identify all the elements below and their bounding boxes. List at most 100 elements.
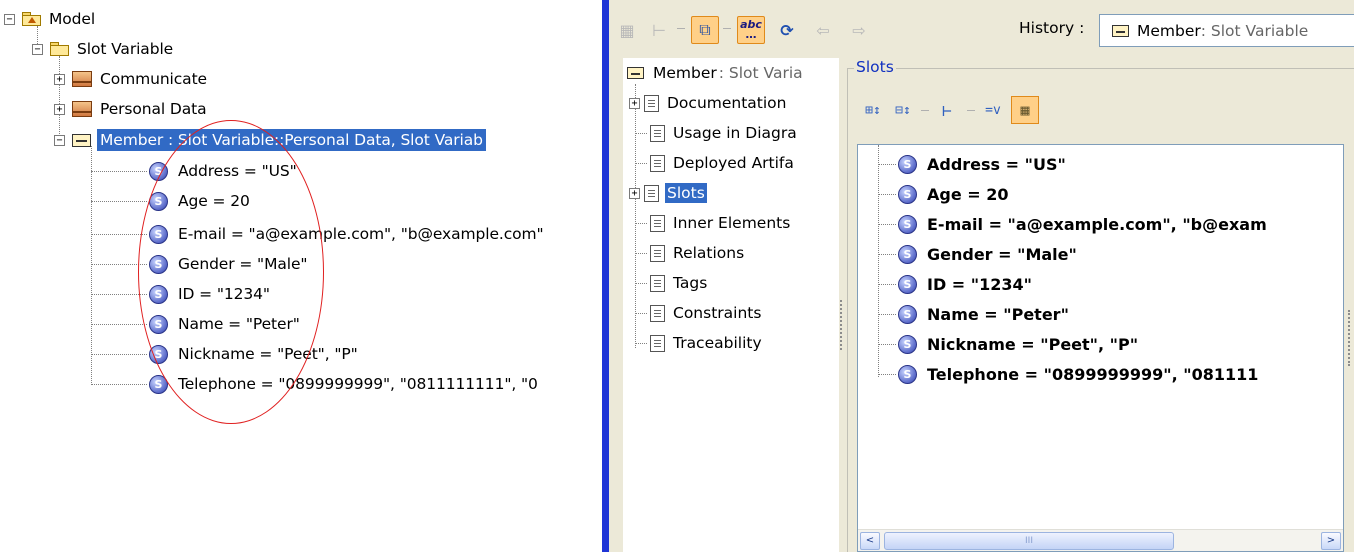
- tree-node-slot[interactable]: S Telephone = "0899999999", "0811111111"…: [91, 371, 540, 397]
- tree-line: [635, 342, 647, 344]
- scroll-left-button[interactable]: <: [860, 532, 880, 550]
- slot-label: Nickname = "Peet", "P": [927, 334, 1139, 354]
- copy-view-icon[interactable]: ⧉: [691, 16, 719, 44]
- slot-label: Gender = "Male": [927, 244, 1077, 264]
- collapse-slots-icon[interactable]: ⊟↕: [889, 96, 917, 124]
- forward-arrow-icon[interactable]: ⇨: [845, 16, 873, 44]
- slot-row-nickname[interactable]: S Nickname = "Peet", "P": [872, 331, 1138, 357]
- tree-line: [91, 233, 147, 235]
- property-page-icon: [644, 94, 659, 112]
- tree-node-class-communicate[interactable]: + Communicate: [54, 66, 209, 92]
- slot-row-age[interactable]: S Age = 20: [872, 181, 1009, 207]
- expand-slots-icon[interactable]: ⊞↕: [859, 96, 887, 124]
- tree-node-slot-variable-package[interactable]: − Slot Variable: [32, 36, 175, 62]
- tree-structure-icon[interactable]: ⊢: [933, 96, 961, 124]
- slot-row-address[interactable]: S Address = "US": [872, 151, 1066, 177]
- grid-layout-icon[interactable]: ▦: [1011, 96, 1039, 124]
- nav-item-tags[interactable]: Tags: [635, 270, 709, 296]
- toolbar-separator: [921, 110, 929, 111]
- slots-tree-list: S Address = "US" S Age = 20 S E-mail = "…: [857, 144, 1344, 552]
- tree-line: [878, 253, 896, 255]
- back-arrow-icon[interactable]: ⇦: [809, 16, 837, 44]
- nav-item-documentation[interactable]: + Documentation: [629, 90, 789, 116]
- tree-line: [878, 343, 896, 345]
- red-annotation-ellipse: [138, 120, 324, 424]
- tree-line: [635, 312, 647, 314]
- slot-icon: S: [898, 274, 917, 294]
- specification-nav-tree: Member : Slot Varia + Documentation Usag…: [623, 58, 839, 552]
- history-dropdown[interactable]: Member : Slot Variable: [1099, 14, 1354, 47]
- toolbar-separator: [723, 28, 731, 29]
- nav-item-traceability[interactable]: Traceability: [635, 330, 764, 356]
- slot-label: Age = 20: [927, 184, 1009, 204]
- package-folder-icon: [50, 42, 69, 56]
- nav-item-inner-elements[interactable]: Inner Elements: [635, 210, 792, 236]
- slot-row-email[interactable]: S E-mail = "a@example.com", "b@exam: [872, 211, 1267, 237]
- slots-panel-title: Slots: [854, 58, 896, 76]
- grid-view-icon[interactable]: ▦: [613, 16, 641, 44]
- resize-grip[interactable]: [840, 300, 843, 350]
- expand-icon[interactable]: +: [54, 73, 65, 85]
- collapse-icon[interactable]: −: [4, 13, 15, 25]
- tree-line: [635, 162, 647, 164]
- property-page-icon: [650, 124, 665, 142]
- property-page-icon: [650, 214, 665, 232]
- tree-node-label: Communicate: [100, 70, 207, 88]
- tree-line: [878, 283, 896, 285]
- expand-icon[interactable]: +: [629, 187, 640, 199]
- horizontal-scrollbar[interactable]: < III >: [858, 529, 1343, 551]
- scroll-right-button[interactable]: >: [1321, 532, 1341, 550]
- slot-row-id[interactable]: S ID = "1234": [872, 271, 1032, 297]
- collapse-icon[interactable]: −: [54, 134, 65, 146]
- history-value-main: Member: [1137, 21, 1201, 40]
- tree-line: [635, 252, 647, 254]
- nav-item-label: Tags: [673, 274, 708, 292]
- slot-icon: S: [898, 154, 917, 174]
- collapse-icon[interactable]: −: [32, 43, 43, 55]
- nav-item-label: Traceability: [673, 334, 762, 352]
- history-label: History :: [1019, 19, 1085, 37]
- tree-line: [91, 323, 147, 325]
- nav-item-label: Inner Elements: [673, 214, 791, 232]
- nav-root-member[interactable]: Member : Slot Varia: [627, 60, 803, 86]
- tree-line: [635, 222, 647, 224]
- slot-icon: S: [898, 364, 917, 384]
- toolbar-separator: [677, 28, 685, 29]
- toolbar-separator: [967, 110, 975, 111]
- refresh-icon[interactable]: ⟳: [773, 16, 801, 44]
- expand-icon[interactable]: +: [54, 103, 65, 115]
- property-page-icon: [650, 154, 665, 172]
- slot-row-name[interactable]: S Name = "Peter": [872, 301, 1069, 327]
- tree-line: [878, 313, 896, 315]
- tree-node-model[interactable]: − Model: [4, 6, 97, 32]
- tree-node-class-personal-data[interactable]: + Personal Data: [54, 96, 209, 122]
- nav-item-label-selected: Slots: [665, 183, 707, 203]
- specification-window: ▦ ⊢ ⧉ abc… ⟳ ⇦ ⇨ History : Member : Slot…: [609, 0, 1354, 552]
- specification-toolbar: ▦ ⊢ ⧉ abc… ⟳ ⇦ ⇨ History : Member : Slot…: [609, 0, 1354, 58]
- property-page-icon: [650, 334, 665, 352]
- slot-label: Name = "Peter": [927, 304, 1069, 324]
- nav-item-label: Usage in Diagra: [673, 124, 797, 142]
- slot-label: ID = "1234": [927, 274, 1032, 294]
- nav-item-deployed-artifacts[interactable]: Deployed Artifa: [635, 150, 796, 176]
- nav-item-slots[interactable]: + Slots: [629, 180, 707, 206]
- show-value-icon[interactable]: =v: [979, 96, 1007, 124]
- slots-panel: Slots ⊞↕ ⊟↕ ⊢ =v ▦ S Address = "US" S Ag…: [847, 58, 1354, 552]
- nav-item-constraints[interactable]: Constraints: [635, 300, 763, 326]
- slot-row-telephone[interactable]: S Telephone = "0899999999", "081111: [872, 361, 1258, 387]
- tree-node-label: Model: [49, 10, 96, 28]
- pane-splitter[interactable]: [602, 0, 609, 552]
- slot-row-gender[interactable]: S Gender = "Male": [872, 241, 1077, 267]
- scroll-thumb[interactable]: III: [884, 532, 1174, 550]
- instance-specification-icon: [72, 133, 91, 147]
- class-icon: [72, 71, 92, 87]
- tree-line: [635, 132, 647, 134]
- nav-item-relations[interactable]: Relations: [635, 240, 746, 266]
- model-browser-tree: − Model − Slot Variable + Communicate + …: [0, 0, 602, 552]
- expand-icon[interactable]: +: [629, 97, 640, 109]
- nav-item-usage-in-diagrams[interactable]: Usage in Diagra: [635, 120, 799, 146]
- abc-text-icon[interactable]: abc…: [737, 16, 765, 44]
- hierarchy-view-icon[interactable]: ⊢: [645, 16, 673, 44]
- tree-line: [878, 223, 896, 225]
- slot-label: Telephone = "0899999999", "081111: [927, 364, 1259, 384]
